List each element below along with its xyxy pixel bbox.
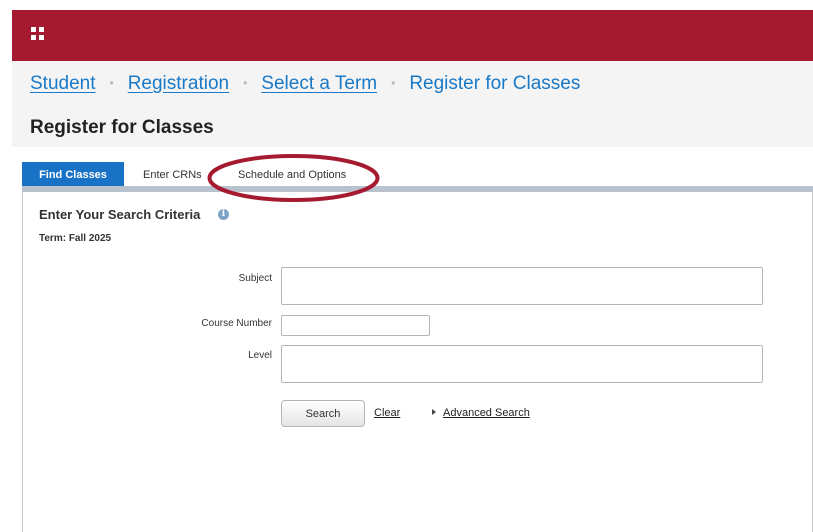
- clear-link[interactable]: Clear: [374, 407, 400, 419]
- app-header-bar: [12, 10, 813, 61]
- breadcrumb-separator: •: [243, 76, 248, 90]
- subject-input[interactable]: [281, 267, 763, 305]
- apps-grid-icon[interactable]: [31, 27, 44, 40]
- search-criteria-heading: Enter Your Search Criteria: [39, 207, 201, 222]
- breadcrumb-student[interactable]: Student: [30, 73, 96, 94]
- tab-enter-crns[interactable]: Enter CRNs: [143, 162, 202, 186]
- course-number-label: Course Number: [201, 318, 272, 329]
- breadcrumb-register-for-classes: Register for Classes: [409, 73, 581, 94]
- info-icon[interactable]: i: [218, 209, 229, 220]
- tab-find-classes[interactable]: Find Classes: [22, 162, 124, 186]
- level-label: Level: [248, 350, 272, 361]
- breadcrumb-separator: •: [391, 76, 396, 90]
- search-button[interactable]: Search: [281, 400, 365, 427]
- advanced-search-link[interactable]: Advanced Search: [443, 407, 530, 419]
- breadcrumb-separator: •: [109, 76, 114, 90]
- breadcrumb-registration[interactable]: Registration: [128, 73, 229, 94]
- course-number-input[interactable]: [281, 315, 430, 336]
- level-input[interactable]: [281, 345, 763, 383]
- breadcrumb: Student • Registration • Select a Term • Regis…: [30, 73, 580, 95]
- page-title: Register for Classes: [30, 117, 214, 138]
- tab-schedule-and-options[interactable]: Schedule and Options: [238, 162, 346, 186]
- term-label: Term: Fall 2025: [39, 233, 112, 244]
- triangle-right-icon: [432, 409, 436, 415]
- subject-label: Subject: [238, 273, 272, 284]
- breadcrumb-select-term[interactable]: Select a Term: [261, 73, 377, 94]
